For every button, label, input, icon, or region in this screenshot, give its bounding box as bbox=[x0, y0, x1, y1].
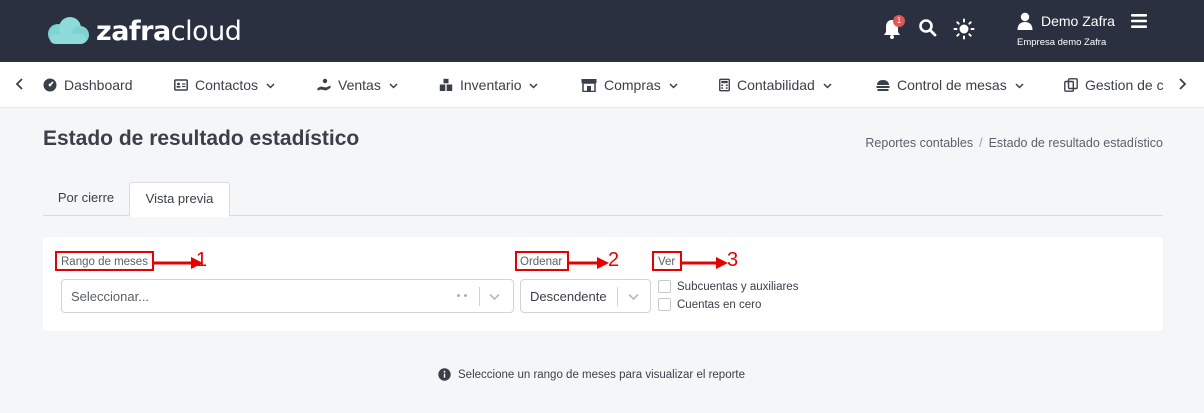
notification-badge: 1 bbox=[893, 15, 905, 27]
logo-text-part2: cloud bbox=[170, 15, 242, 47]
breadcrumb: Reportes contables / Estado de resultado e… bbox=[865, 136, 1163, 150]
range-select[interactable]: Seleccionar... bbox=[61, 279, 514, 313]
nav-scroll-right-button[interactable] bbox=[1177, 76, 1191, 94]
chevron-down-icon bbox=[823, 82, 832, 89]
sun-icon bbox=[953, 18, 975, 40]
zafracloud-logo[interactable]: zafracloud bbox=[44, 14, 242, 48]
order-select-value: Descendente bbox=[530, 289, 607, 304]
contacts-icon bbox=[174, 79, 188, 91]
nav-item-label: Gestion de c bbox=[1085, 77, 1164, 93]
nav-scroll-left-button[interactable] bbox=[15, 76, 29, 94]
user-icon bbox=[1017, 12, 1033, 30]
nav-item-label: Contactos bbox=[195, 77, 259, 93]
checkbox-input[interactable] bbox=[658, 298, 671, 311]
chevron-down-icon[interactable] bbox=[488, 290, 501, 303]
nav-item-compras[interactable]: Compras bbox=[581, 76, 678, 94]
tab-por-cierre[interactable]: Por cierre bbox=[43, 182, 129, 216]
loading-dot bbox=[464, 294, 467, 297]
theme-toggle-button[interactable] bbox=[953, 18, 975, 40]
cloud-logo-icon bbox=[48, 17, 89, 44]
loading-dot bbox=[457, 294, 460, 297]
breadcrumb-separator: / bbox=[979, 136, 983, 150]
annotation-number-1: 1 bbox=[196, 249, 208, 271]
nav-item-label: Compras bbox=[604, 77, 661, 93]
filter-card: Rango de meses 1 Seleccionar... Ordenar … bbox=[43, 237, 1163, 331]
nav-item-inventario[interactable]: Inventario bbox=[439, 76, 539, 94]
annotation-arrow-2 bbox=[569, 257, 609, 269]
inventory-icon bbox=[439, 78, 453, 91]
dashboard-icon bbox=[43, 78, 57, 92]
annotation-number-3: 3 bbox=[727, 249, 739, 271]
top-bar: zafracloud 1 Demo Zafra Empresa demo Zaf… bbox=[0, 0, 1204, 62]
nav-item-label: Inventario bbox=[460, 77, 522, 93]
nav-item-contactos[interactable]: Contactos bbox=[174, 76, 275, 94]
breadcrumb-item-current: Estado de resultado estadístico bbox=[988, 136, 1163, 150]
info-message-text: Seleccione un rango de meses para visual… bbox=[458, 368, 746, 381]
notifications-button[interactable]: 1 bbox=[882, 15, 905, 40]
tab-vista-previa[interactable]: Vista previa bbox=[129, 182, 230, 217]
hamburger-menu-icon[interactable] bbox=[1131, 14, 1147, 28]
chevron-down-icon bbox=[669, 82, 678, 89]
info-message: Seleccione un rango de meses para visual… bbox=[438, 368, 745, 381]
chevron-down-icon bbox=[1015, 82, 1024, 89]
logo-text: zafracloud bbox=[96, 15, 242, 47]
nav-item-dashboard[interactable]: Dashboard bbox=[43, 76, 133, 94]
info-icon bbox=[438, 368, 451, 381]
checkbox-input[interactable] bbox=[658, 280, 671, 293]
chevron-down-icon[interactable] bbox=[627, 290, 640, 303]
nav-item-label: Dashboard bbox=[64, 77, 133, 93]
checkbox-subcuentas[interactable]: Subcuentas y auxiliares bbox=[658, 280, 798, 293]
chevron-down-icon bbox=[266, 82, 275, 89]
calculator-icon bbox=[719, 78, 730, 92]
annotation-number-2: 2 bbox=[608, 249, 620, 271]
user-menu[interactable]: Demo Zafra Empresa demo Zafra bbox=[1015, 12, 1155, 52]
page-title: Estado de resultado estadístico bbox=[43, 127, 360, 150]
order-label: Ordenar bbox=[520, 256, 563, 268]
nav-item-contabilidad[interactable]: Contabilidad bbox=[719, 76, 832, 94]
nav-item-gestion[interactable]: Gestion de c bbox=[1064, 76, 1164, 94]
checkbox-label: Cuentas en cero bbox=[677, 298, 762, 311]
view-label: Ver bbox=[658, 256, 676, 268]
chevron-down-icon bbox=[389, 82, 398, 89]
sales-icon bbox=[317, 78, 331, 91]
search-button[interactable] bbox=[918, 18, 940, 40]
logo-text-part1: zafra bbox=[96, 15, 171, 47]
range-select-placeholder: Seleccionar... bbox=[71, 289, 150, 304]
chevron-left-icon bbox=[15, 78, 23, 90]
nav-item-label: Ventas bbox=[338, 77, 381, 93]
checkbox-cuentas-cero[interactable]: Cuentas en cero bbox=[658, 298, 761, 311]
chevron-down-icon bbox=[529, 82, 539, 89]
table-control-icon bbox=[876, 80, 890, 91]
nav-item-control-de-mesas[interactable]: Control de mesas bbox=[876, 76, 1024, 94]
store-icon bbox=[581, 79, 597, 92]
order-select[interactable]: Descendente bbox=[520, 279, 651, 313]
checkbox-label: Subcuentas y auxiliares bbox=[677, 280, 799, 293]
chevron-right-icon bbox=[1179, 78, 1187, 90]
main-nav: Dashboard Contactos Ventas Inventario Co… bbox=[0, 62, 1204, 108]
nav-item-label: Contabilidad bbox=[737, 77, 815, 93]
nav-item-label: Control de mesas bbox=[897, 77, 1007, 93]
nav-item-ventas[interactable]: Ventas bbox=[317, 76, 398, 94]
select-divider bbox=[617, 287, 618, 306]
select-divider bbox=[479, 287, 480, 306]
annotation-arrow-3 bbox=[682, 257, 728, 269]
copy-icon bbox=[1064, 78, 1078, 92]
breadcrumb-item-reportes[interactable]: Reportes contables bbox=[865, 136, 973, 150]
report-tabs: Por cierre Vista previa bbox=[43, 182, 1163, 217]
company-name: Empresa demo Zafra bbox=[1017, 37, 1107, 48]
search-icon bbox=[919, 19, 937, 37]
range-label: Rango de meses bbox=[61, 256, 148, 268]
user-name: Demo Zafra bbox=[1041, 13, 1115, 29]
